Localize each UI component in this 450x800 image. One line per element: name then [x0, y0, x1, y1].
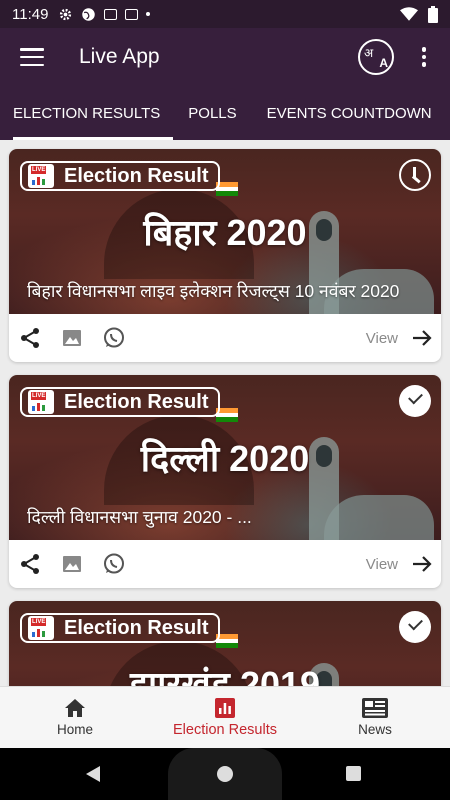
nav-election-results[interactable]: Election Results: [150, 687, 300, 748]
election-card-bihar[interactable]: LIVE Election Result बिहार 2020 बिहार वि…: [9, 149, 441, 362]
nav-election-results-label: Election Results: [173, 721, 277, 738]
more-notifications-dot-icon: [146, 12, 151, 16]
live-tv-icon: LIVE: [28, 164, 54, 188]
translate-icon[interactable]: अ A: [358, 39, 394, 75]
election-result-tag: LIVE Election Result: [20, 161, 221, 191]
share-icon[interactable]: [18, 326, 42, 350]
election-result-tag: LIVE Election Result: [20, 613, 221, 643]
card-title: बिहार 2020: [143, 212, 307, 253]
recents-icon[interactable]: [346, 766, 361, 781]
arrow-right-icon: [413, 556, 432, 572]
status-icons-right: [400, 5, 438, 23]
view-label: View: [365, 329, 398, 347]
check-circle-icon: [399, 385, 431, 417]
nav-news[interactable]: News: [300, 687, 450, 748]
card-banner-image[interactable]: LIVE Election Result दिल्ली 2020 दिल्ली …: [9, 375, 441, 540]
notification-icon-2: [125, 8, 139, 20]
nav-news-label: News: [358, 722, 392, 737]
notification-icon: [104, 8, 118, 20]
more-options-icon[interactable]: [412, 45, 436, 69]
tab-events-countdown[interactable]: EVENTS COUNTDOWN: [267, 86, 432, 140]
card-banner-image[interactable]: LIVE Election Result झारखंड 2019: [9, 601, 441, 686]
tab-polls[interactable]: POLLS: [188, 86, 236, 140]
election-results-list[interactable]: LIVE Election Result बिहार 2020 बिहार वि…: [0, 140, 450, 686]
back-icon[interactable]: [86, 766, 100, 782]
status-bar: 11:49: [0, 0, 450, 28]
card-subtitle: बिहार विधानसभा लाइव इलेक्शन रिजल्ट्स 10 …: [27, 281, 400, 301]
card-subtitle: दिल्ली विधानसभा चुनाव 2020 - ...: [27, 507, 252, 527]
status-icons-left: [58, 7, 151, 22]
home-button-icon[interactable]: [217, 766, 233, 782]
translate-glyph-latin: A: [379, 56, 388, 70]
election-card-delhi[interactable]: LIVE Election Result दिल्ली 2020 दिल्ली …: [9, 375, 441, 588]
tag-label: Election Result: [64, 164, 209, 187]
live-tv-icon: LIVE: [28, 390, 54, 414]
globe-icon: [82, 7, 96, 21]
whatsapp-icon[interactable]: [102, 326, 126, 350]
news-icon: [362, 698, 388, 718]
nav-home[interactable]: Home: [0, 687, 150, 748]
view-button[interactable]: View: [366, 329, 432, 347]
card-banner-image[interactable]: LIVE Election Result बिहार 2020 बिहार वि…: [9, 149, 441, 314]
tag-label: Election Result: [64, 390, 209, 413]
settings-gear-icon: [60, 8, 72, 20]
election-card-jharkhand[interactable]: LIVE Election Result झारखंड 2019: [9, 601, 441, 686]
bar-chart-icon: [215, 697, 235, 718]
arrow-right-icon: [413, 330, 432, 346]
view-label: View: [365, 555, 398, 573]
system-navigation-bar: [0, 748, 450, 800]
nav-home-label: Home: [56, 722, 93, 737]
card-title: झारखंड 2019: [129, 664, 321, 686]
battery-icon: [428, 5, 438, 23]
app-bar: Live App अ A: [0, 28, 450, 86]
check-circle-icon: [399, 611, 431, 643]
translate-glyph-hindi: अ: [364, 46, 374, 60]
menu-hamburger-icon[interactable]: [20, 48, 44, 66]
whatsapp-icon[interactable]: [102, 552, 126, 576]
status-time: 11:49: [12, 5, 49, 23]
tag-label: Election Result: [64, 616, 209, 639]
card-actions: View: [9, 540, 441, 588]
card-actions: View: [9, 314, 441, 362]
tab-bar: ELECTION RESULTS POLLS EVENTS COUNTDOWN: [0, 86, 450, 140]
image-icon[interactable]: [60, 552, 84, 576]
image-icon[interactable]: [60, 326, 84, 350]
wifi-icon: [400, 7, 418, 21]
share-icon[interactable]: [18, 552, 42, 576]
tab-election-results[interactable]: ELECTION RESULTS: [13, 86, 174, 140]
clock-icon: [399, 159, 431, 191]
bottom-navigation: Home Election Results News: [0, 686, 450, 748]
live-tv-icon: LIVE: [28, 616, 54, 640]
view-button[interactable]: View: [366, 555, 432, 573]
home-icon: [65, 699, 85, 717]
app-title: Live App: [79, 45, 160, 68]
election-result-tag: LIVE Election Result: [20, 387, 221, 417]
card-title: दिल्ली 2020: [140, 438, 310, 479]
